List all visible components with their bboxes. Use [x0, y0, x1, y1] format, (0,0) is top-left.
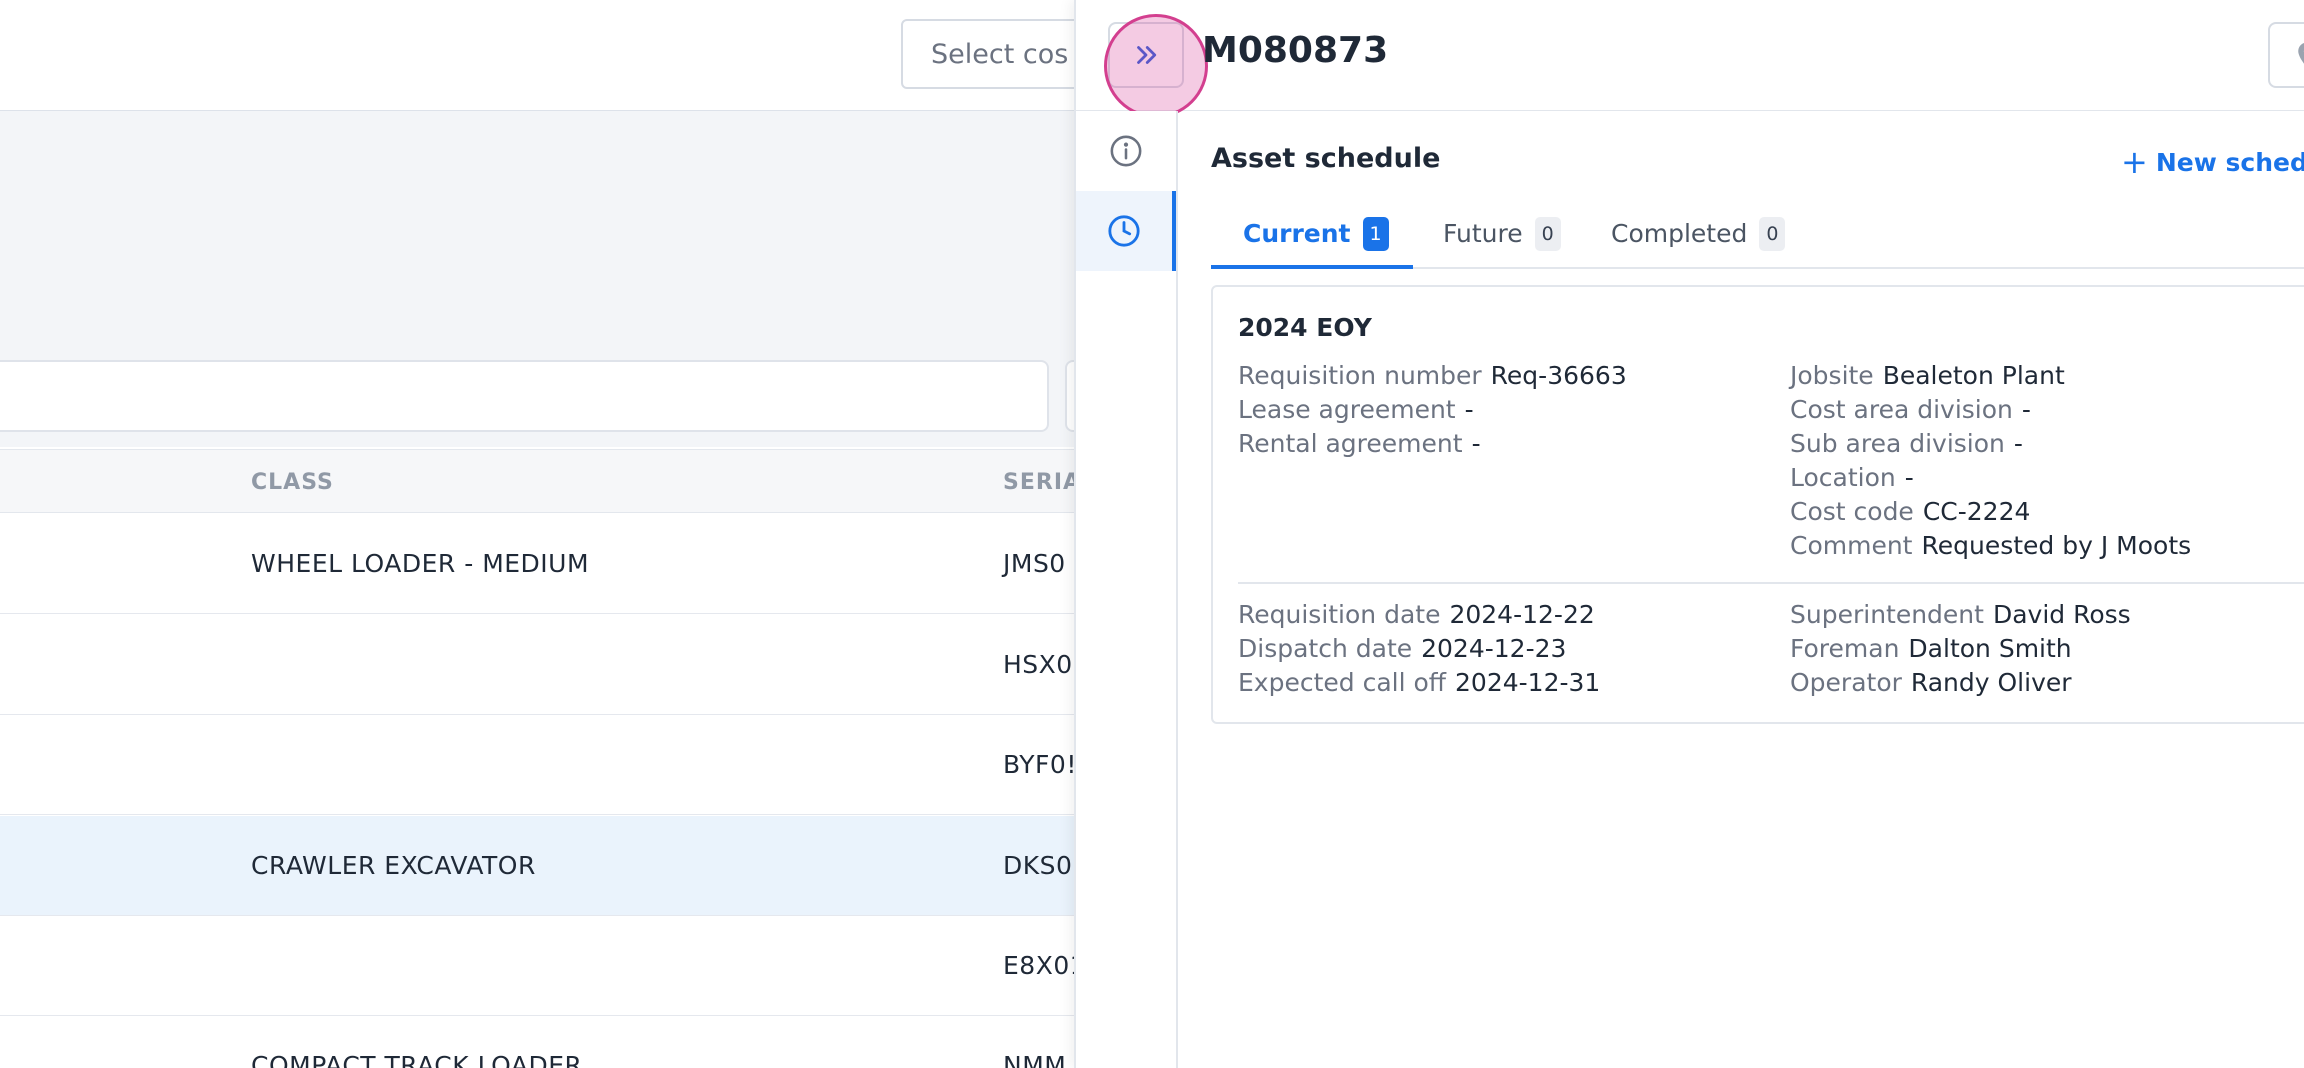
map-pin-icon	[2298, 43, 2304, 64]
new-schedule-label: New schedu	[2155, 148, 2304, 177]
tab-label: Current	[1243, 219, 1351, 248]
double-chevron-right-icon	[1137, 46, 1157, 64]
field-value: Req-36663	[1490, 361, 1627, 390]
field-label: Foreman	[1790, 634, 1900, 663]
field-value: -	[1464, 395, 1474, 424]
schedule-title: 2024 EOY	[1238, 313, 1372, 342]
field-label: Operator	[1790, 668, 1902, 697]
asset-drawer: M080873 Asset schedule +New schedu C	[1074, 0, 2304, 1068]
card-divider	[1238, 582, 2304, 584]
field-cost-code: Cost code CC-2224	[1790, 495, 2030, 529]
field-value: -	[1471, 429, 1481, 458]
field-value: -	[2013, 429, 2023, 458]
field-value: 2024-12-22	[1449, 600, 1595, 629]
row-class: CRAWLER EXCAVATOR	[251, 851, 536, 880]
new-schedule-button[interactable]: +New schedu	[2121, 143, 2304, 181]
field-operator: Operator Randy Oliver	[1790, 666, 2072, 700]
field-dispatch-date: Dispatch date 2024-12-23	[1238, 632, 1566, 666]
field-label: Expected call off	[1238, 668, 1447, 697]
row-serial: NMM	[1003, 1051, 1067, 1068]
plus-icon: +	[2121, 143, 2148, 181]
field-comment: Comment Requested by J Moots	[1790, 529, 2191, 563]
row-serial: BYF0!	[1003, 750, 1077, 779]
field-cost-area-division: Cost area division -	[1790, 393, 2031, 427]
field-label: Superintendent	[1790, 600, 1984, 629]
field-label: Requisition date	[1238, 600, 1441, 629]
tab-completed[interactable]: Completed 0	[1611, 195, 1786, 269]
asset-title: M080873	[1202, 30, 1389, 71]
drawer-side-nav	[1076, 111, 1178, 1068]
collapse-drawer-button[interactable]	[1108, 22, 1184, 88]
field-value: -	[2021, 395, 2031, 424]
field-value: CC-2224	[1922, 497, 2031, 526]
list-search-input[interactable]	[0, 360, 1049, 432]
field-label: Sub area division	[1790, 429, 2005, 458]
field-requisition-date: Requisition date 2024-12-22	[1238, 598, 1595, 632]
table-row[interactable]: BYF0!	[0, 715, 1077, 815]
section-title: Asset schedule	[1211, 143, 1441, 174]
table-row-selected[interactable]: CRAWLER EXCAVATOR DKS0	[0, 816, 1075, 916]
field-superintendent: Superintendent David Ross	[1790, 598, 2131, 632]
field-label: Cost code	[1790, 497, 1914, 526]
field-value: Randy Oliver	[1910, 668, 2072, 697]
field-label: Rental agreement	[1238, 429, 1463, 458]
row-serial: DKS0	[1003, 851, 1073, 880]
cost-code-select[interactable]: Select cos	[901, 19, 1101, 89]
schedule-card[interactable]: 2024 EOY Requisition number Req-36663 Lea…	[1211, 285, 2304, 724]
row-serial: JMS0	[1003, 549, 1066, 578]
row-class: WHEEL LOADER - MEDIUM	[251, 549, 590, 578]
table-row[interactable]: WHEEL LOADER - MEDIUM JMS0	[0, 514, 1075, 614]
tab-count-badge: 1	[1362, 217, 1389, 251]
field-location: Location -	[1790, 461, 1914, 495]
field-value: David Ross	[1992, 600, 2131, 629]
field-value: 2024-12-23	[1421, 634, 1567, 663]
drawer-header: M080873	[1076, 0, 2304, 118]
clock-icon	[1108, 215, 1140, 247]
tab-count-badge: 0	[1759, 217, 1786, 251]
table-row[interactable]: E8X01	[0, 916, 1086, 1016]
field-value: Bealeton Plant	[1882, 361, 2065, 390]
row-serial: HSX0	[1003, 650, 1073, 679]
location-button[interactable]	[2268, 22, 2304, 88]
field-label: Requisition number	[1238, 361, 1482, 390]
schedule-tabs: Current 1 Future 0 Completed 0	[1211, 195, 2304, 269]
field-value: 2024-12-31	[1455, 668, 1601, 697]
tab-future[interactable]: Future 0	[1443, 195, 1561, 269]
field-label: Comment	[1790, 531, 1913, 560]
field-value: -	[1904, 463, 1914, 492]
field-label: Location	[1790, 463, 1896, 492]
field-lease-agreement: Lease agreement -	[1238, 393, 1474, 427]
field-value: Dalton Smith	[1908, 634, 2072, 663]
table-row[interactable]: COMPACT TRACK LOADER NMM	[0, 1016, 1075, 1068]
field-requisition-number: Requisition number Req-36663	[1238, 359, 1627, 393]
tab-count-badge: 0	[1534, 217, 1561, 251]
field-label: Lease agreement	[1238, 395, 1456, 424]
column-header-class[interactable]: CLASS	[251, 470, 334, 495]
nav-details[interactable]	[1076, 111, 1176, 191]
tab-label: Completed	[1611, 219, 1748, 248]
info-icon	[1110, 135, 1142, 167]
tab-label: Future	[1443, 219, 1523, 248]
table-row[interactable]: HSX0	[0, 615, 1075, 715]
field-label: Jobsite	[1790, 361, 1874, 390]
field-label: Cost area division	[1790, 395, 2013, 424]
tab-current[interactable]: Current 1	[1211, 195, 1413, 269]
field-value: Requested by J Moots	[1921, 531, 2192, 560]
field-expected-call-off: Expected call off 2024-12-31	[1238, 666, 1600, 700]
list-header: Select cos	[0, 0, 1101, 111]
field-jobsite: Jobsite Bealeton Plant	[1790, 359, 2065, 393]
column-header-serial[interactable]: SERIA	[1003, 470, 1081, 495]
table-header: CLASS SERIA	[0, 449, 1080, 513]
field-rental-agreement: Rental agreement -	[1238, 427, 1481, 461]
row-class: COMPACT TRACK LOADER	[251, 1051, 583, 1068]
field-foreman: Foreman Dalton Smith	[1790, 632, 2072, 666]
field-label: Dispatch date	[1238, 634, 1413, 663]
field-sub-area-division: Sub area division -	[1790, 427, 2023, 461]
nav-schedule[interactable]	[1076, 191, 1176, 271]
